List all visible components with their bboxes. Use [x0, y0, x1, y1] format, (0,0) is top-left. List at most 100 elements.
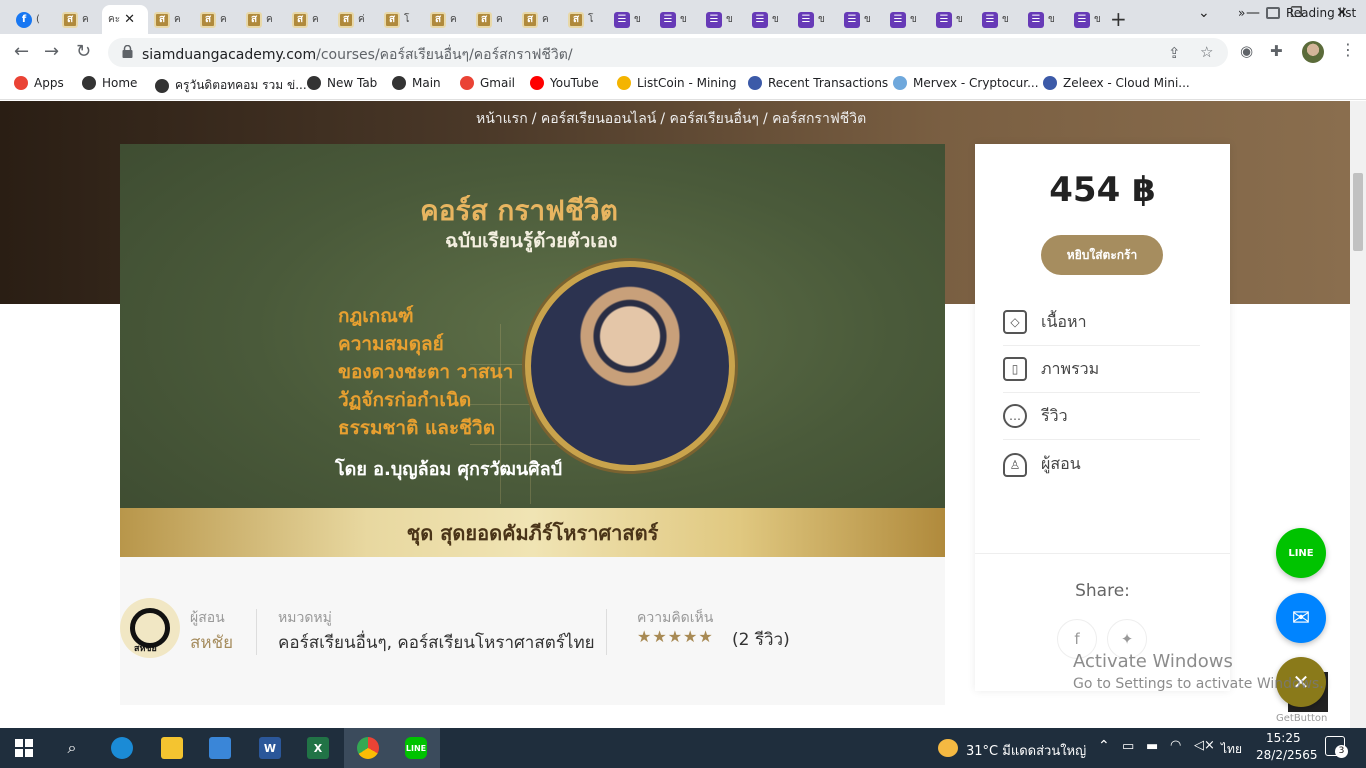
- bookmark-item[interactable]: YouTube: [530, 76, 599, 90]
- search-button[interactable]: ⌕: [48, 728, 96, 768]
- wifi-icon[interactable]: ◠: [1170, 738, 1181, 753]
- browser-tab[interactable]: ☰ ข: [746, 5, 788, 34]
- clock-time[interactable]: 15:25: [1266, 731, 1301, 745]
- input-language[interactable]: ไทย: [1221, 740, 1242, 759]
- browser-tab[interactable]: สค: [194, 5, 236, 34]
- browser-tab[interactable]: ☰ ข: [1022, 5, 1064, 34]
- messenger-button[interactable]: ✉: [1276, 593, 1326, 643]
- bookmark-label: Recent Transactions: [768, 76, 889, 90]
- scrollbar-thumb[interactable]: [1353, 173, 1363, 251]
- bookmark-item[interactable]: Apps: [14, 76, 64, 90]
- browser-menu-icon[interactable]: ⋮: [1340, 40, 1356, 59]
- getbutton-credit[interactable]: GetButton: [1276, 713, 1327, 724]
- taskbar-store[interactable]: [196, 728, 244, 768]
- browser-tab[interactable]: สค: [470, 5, 512, 34]
- bookmark-label: Home: [102, 76, 138, 90]
- browser-tab[interactable]: สโ: [562, 5, 604, 34]
- sidebar-item-instructor[interactable]: ♙ ผู้สอน: [1003, 441, 1200, 488]
- bookmark-label: ครูวันดิตอทคอม รวม ข่...: [175, 78, 307, 92]
- tab-search-icon[interactable]: ⌄: [1198, 5, 1210, 21]
- browser-tab[interactable]: สโ: [378, 5, 420, 34]
- browser-tab[interactable]: ☰ ข: [792, 5, 834, 34]
- site-icon: ส: [522, 11, 538, 28]
- browser-tab[interactable]: สค: [56, 5, 98, 34]
- address-bar[interactable]: siamduangacademy.com/courses/คอร์สเรียนอ…: [108, 38, 1228, 67]
- clock-date[interactable]: 28/2/2565: [1256, 748, 1318, 762]
- breadcrumb-item[interactable]: / คอร์สเรียนอื่นๆ: [660, 108, 759, 130]
- browser-tab[interactable]: ☰ ข: [1068, 5, 1110, 34]
- extensions-puzzle-icon[interactable]: ✚: [1270, 42, 1283, 60]
- bookmark-item[interactable]: Mervex - Cryptocur...: [893, 76, 1039, 90]
- volume-icon[interactable]: ◁×: [1194, 738, 1215, 753]
- browser-tab[interactable]: ☰ ข: [700, 5, 742, 34]
- browser-tab[interactable]: สค: [286, 5, 328, 34]
- add-to-cart-button[interactable]: หยิบใส่ตะกร้า: [1041, 235, 1163, 275]
- browser-tab-active[interactable]: คะ ✕: [102, 5, 148, 34]
- browser-tab[interactable]: สค: [148, 5, 190, 34]
- bookmark-item[interactable]: Recent Transactions: [748, 76, 888, 90]
- reload-icon[interactable]: ↻: [76, 41, 91, 62]
- site-icon: ส: [62, 11, 78, 28]
- tab-label: ค: [496, 14, 503, 25]
- tab-label: คะ: [108, 14, 121, 25]
- browser-tab[interactable]: ☰ ข: [930, 5, 972, 34]
- sidebar-item-content[interactable]: ◇ เนื้อหา: [1003, 299, 1200, 346]
- browser-tab[interactable]: สค: [240, 5, 282, 34]
- taskbar-explorer[interactable]: [148, 728, 196, 768]
- bookmarks-overflow[interactable]: »: [1238, 6, 1245, 20]
- sidebar-item-reviews[interactable]: … รีวิว: [1003, 393, 1200, 440]
- minimize-icon[interactable]: —: [1246, 5, 1260, 21]
- browser-tab[interactable]: ☰ ข: [654, 5, 696, 34]
- search-icon: ⌕: [67, 738, 77, 757]
- bookmark-item[interactable]: New Tab: [307, 76, 377, 90]
- chat-icon: …: [1003, 404, 1027, 428]
- reading-list-button[interactable]: Reading list: [1266, 6, 1356, 20]
- forward-icon[interactable]: →: [44, 41, 59, 62]
- line-chat-button[interactable]: LINE: [1276, 528, 1326, 578]
- bookmark-item[interactable]: ListCoin - Mining: [617, 76, 736, 90]
- tab-label: ค่: [358, 14, 365, 25]
- sidebar-item-overview[interactable]: ▯ ภาพรวม: [1003, 346, 1200, 393]
- browser-tab[interactable]: ☰ ข: [884, 5, 926, 34]
- tab-label: ข: [1094, 14, 1101, 25]
- extension-pinterest-icon[interactable]: ◉: [1240, 42, 1253, 60]
- instructor-name-link[interactable]: สหชัย: [190, 629, 233, 656]
- taskbar-chrome[interactable]: [344, 728, 392, 768]
- bookmark-item[interactable]: Zeleex - Cloud Mini...: [1043, 76, 1190, 90]
- taskbar-excel[interactable]: X: [294, 728, 342, 768]
- weather-text[interactable]: 31°C มีแดดส่วนใหญ่: [966, 740, 1086, 761]
- browser-tab[interactable]: ☰ ข: [838, 5, 880, 34]
- category-label: หมวดหมู่: [278, 610, 332, 626]
- meet-now-icon[interactable]: ▭: [1122, 739, 1134, 754]
- taskbar-word[interactable]: W: [246, 728, 294, 768]
- page-scrollbar[interactable]: [1350, 101, 1366, 728]
- back-icon[interactable]: ←: [14, 41, 29, 62]
- battery-icon[interactable]: ▬: [1146, 739, 1158, 754]
- form-icon: ☰: [1074, 11, 1090, 28]
- bookmark-item[interactable]: Home: [82, 76, 137, 90]
- bookmark-star-icon[interactable]: ☆: [1200, 43, 1213, 61]
- browser-tab[interactable]: สค: [424, 5, 466, 34]
- browser-tab[interactable]: ☰ ข: [976, 5, 1018, 34]
- new-tab-icon[interactable]: +: [1110, 7, 1127, 31]
- breadcrumb-item[interactable]: หน้าแรก: [476, 108, 528, 130]
- bookmark-item[interactable]: ครูวันดิตอทคอม รวม ข่...: [155, 76, 307, 95]
- browser-tab[interactable]: ส ค่: [332, 5, 374, 34]
- close-tab-icon[interactable]: ✕: [124, 12, 135, 27]
- bookmark-item[interactable]: Main: [392, 76, 441, 90]
- taskbar-edge[interactable]: [98, 728, 146, 768]
- taskbar-line[interactable]: LINE: [392, 728, 440, 768]
- review-count: (2 รีวิว): [732, 630, 790, 650]
- browser-tab[interactable]: สค: [516, 5, 558, 34]
- breadcrumb-item[interactable]: / คอร์สเรียนออนไลน์: [532, 108, 657, 130]
- share-page-icon[interactable]: ⇪: [1168, 44, 1181, 62]
- tray-chevron-icon[interactable]: ⌃: [1098, 738, 1110, 754]
- profile-avatar[interactable]: [1302, 41, 1324, 63]
- browser-tab[interactable]: ☰ ข: [608, 5, 650, 34]
- category-links[interactable]: คอร์สเรียนอื่นๆ, คอร์สเรียนโหราศาสตร์ไทย: [278, 629, 595, 656]
- bookmark-label: New Tab: [327, 76, 378, 90]
- browser-tab[interactable]: f(: [10, 5, 52, 34]
- edge-icon: [111, 737, 133, 759]
- bookmark-item[interactable]: Gmail: [460, 76, 515, 90]
- start-button[interactable]: [0, 728, 48, 768]
